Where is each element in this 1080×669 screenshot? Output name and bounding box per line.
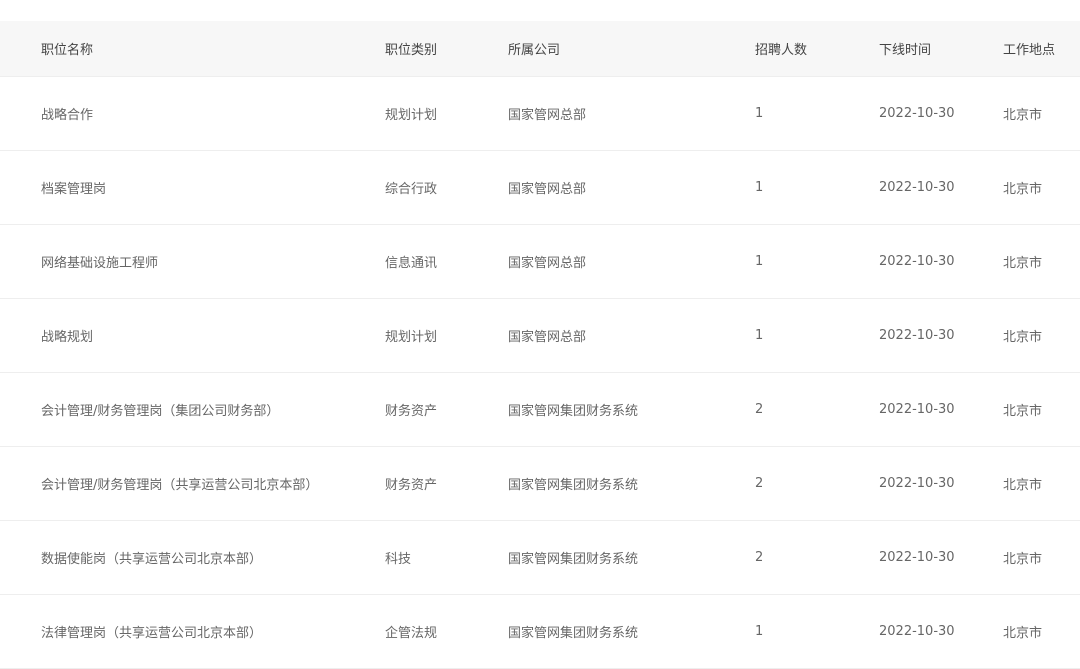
header-offline-date: 下线时间 [879,43,932,58]
company: 国家管网总部 [508,108,587,123]
headcount: 1 [755,328,764,343]
position-category: 科技 [385,552,412,567]
position-name[interactable]: 法律管理岗（共享运营公司北京本部） [41,595,262,668]
job-listings-table: 职位名称 职位类别 所属公司 招聘人数 下线时间 工作地点 战略合作 规划计划 … [0,21,1080,669]
offline-date: 2022-10-30 [879,550,955,565]
position-name[interactable]: 战略合作 [41,77,93,150]
offline-date: 2022-10-30 [879,328,955,343]
headcount: 1 [755,254,764,269]
position-name[interactable]: 网络基础设施工程师 [41,225,158,298]
table-header: 职位名称 职位类别 所属公司 招聘人数 下线时间 工作地点 [0,21,1080,77]
position-name[interactable]: 档案管理岗 [41,151,106,224]
location: 北京市 [1003,256,1043,271]
position-name[interactable]: 会计管理/财务管理岗（共享运营公司北京本部） [41,447,318,520]
offline-date: 2022-10-30 [879,476,955,491]
header-location: 工作地点 [1003,43,1056,58]
offline-date: 2022-10-30 [879,402,955,417]
headcount: 1 [755,624,764,639]
location: 北京市 [1003,182,1043,197]
headcount: 1 [755,106,764,121]
table-row[interactable]: 战略规划 规划计划 国家管网总部 1 2022-10-30 北京市 [0,299,1080,373]
location: 北京市 [1003,404,1043,419]
location: 北京市 [1003,108,1043,123]
header-headcount: 招聘人数 [755,43,808,58]
position-category: 财务资产 [385,478,438,493]
offline-date: 2022-10-30 [879,254,955,269]
offline-date: 2022-10-30 [879,624,955,639]
position-category: 规划计划 [385,108,438,123]
table-row[interactable]: 战略合作 规划计划 国家管网总部 1 2022-10-30 北京市 [0,77,1080,151]
location: 北京市 [1003,478,1043,493]
company: 国家管网集团财务系统 [508,478,639,493]
position-category: 信息通讯 [385,256,438,271]
headcount: 2 [755,476,764,491]
position-name[interactable]: 会计管理/财务管理岗（集团公司财务部） [41,373,279,446]
header-company: 所属公司 [508,43,561,58]
headcount: 1 [755,180,764,195]
table-row[interactable]: 法律管理岗（共享运营公司北京本部） 企管法规 国家管网集团财务系统 1 2022… [0,595,1080,669]
location: 北京市 [1003,330,1043,345]
header-position-name: 职位名称 [41,43,94,58]
company: 国家管网集团财务系统 [508,626,639,641]
company: 国家管网总部 [508,330,587,345]
position-name[interactable]: 战略规划 [41,299,93,372]
headcount: 2 [755,550,764,565]
company: 国家管网集团财务系统 [508,552,639,567]
position-category: 企管法规 [385,626,438,641]
location: 北京市 [1003,626,1043,641]
table-row[interactable]: 网络基础设施工程师 信息通讯 国家管网总部 1 2022-10-30 北京市 [0,225,1080,299]
offline-date: 2022-10-30 [879,106,955,121]
company: 国家管网总部 [508,182,587,197]
offline-date: 2022-10-30 [879,180,955,195]
header-position-category: 职位类别 [385,43,438,58]
table-row[interactable]: 会计管理/财务管理岗（集团公司财务部） 财务资产 国家管网集团财务系统 2 20… [0,373,1080,447]
table-row[interactable]: 档案管理岗 综合行政 国家管网总部 1 2022-10-30 北京市 [0,151,1080,225]
company: 国家管网集团财务系统 [508,404,639,419]
location: 北京市 [1003,552,1043,567]
position-category: 综合行政 [385,182,438,197]
headcount: 2 [755,402,764,417]
position-category: 财务资产 [385,404,438,419]
position-name[interactable]: 数据使能岗（共享运营公司北京本部） [41,521,262,594]
position-category: 规划计划 [385,330,438,345]
table-row[interactable]: 会计管理/财务管理岗（共享运营公司北京本部） 财务资产 国家管网集团财务系统 2… [0,447,1080,521]
table-row[interactable]: 数据使能岗（共享运营公司北京本部） 科技 国家管网集团财务系统 2 2022-1… [0,521,1080,595]
company: 国家管网总部 [508,256,587,271]
